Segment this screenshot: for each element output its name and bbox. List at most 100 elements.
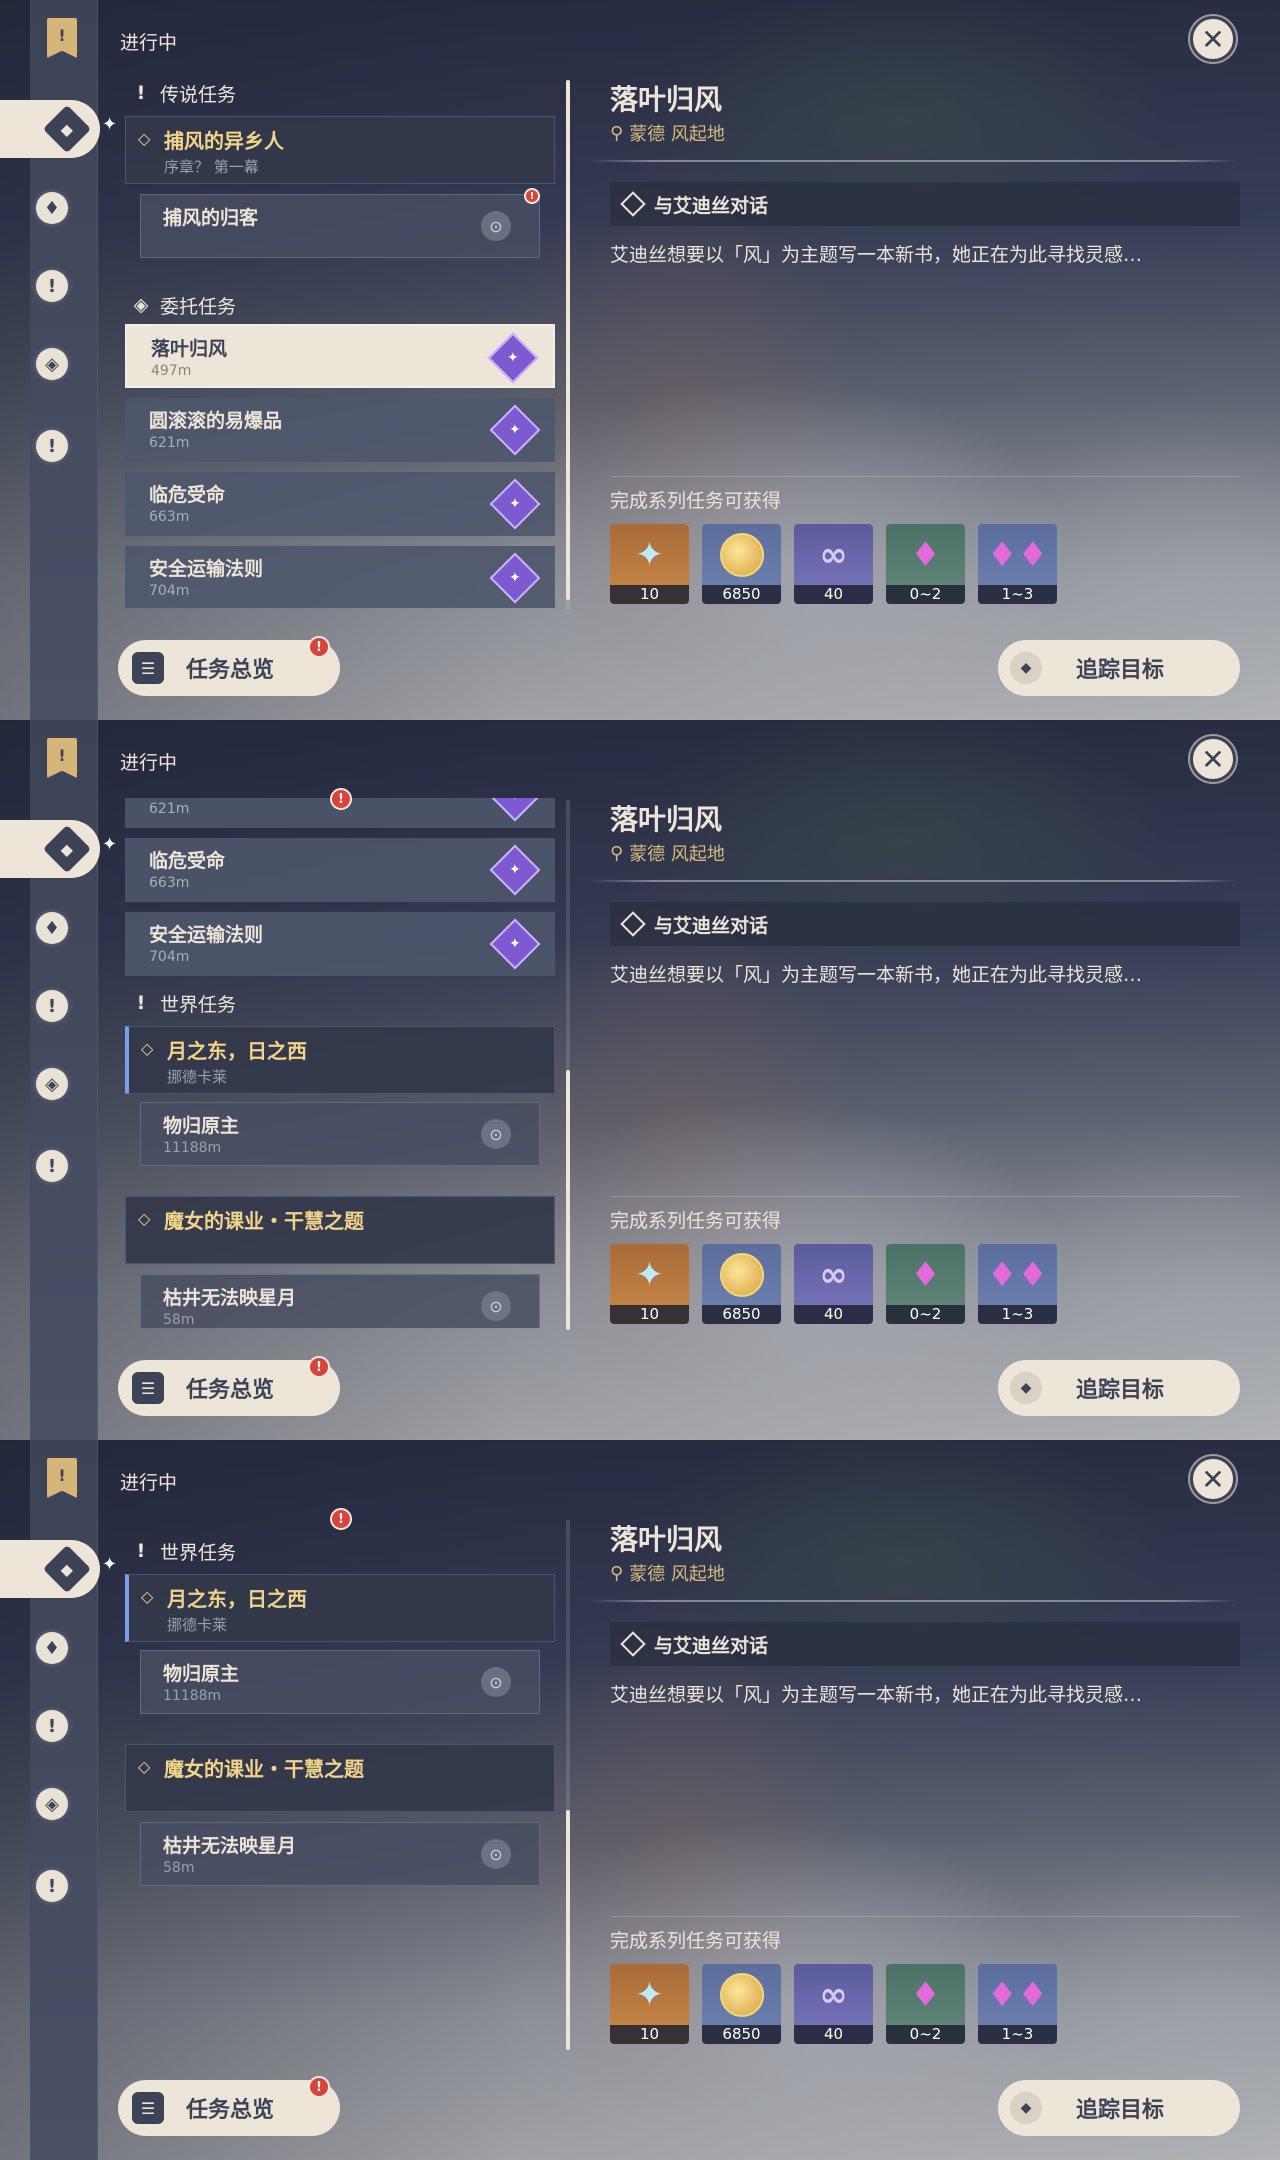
category-world: ! 世界任务 (132, 1536, 236, 1566)
nav-tab-archon[interactable]: ♦ (34, 1630, 70, 1666)
close-button[interactable]: ✕ (1190, 1456, 1236, 1502)
divider (610, 1196, 1240, 1197)
commission-quest-icon: ◈ (36, 1788, 68, 1820)
scrollbar-thumb[interactable] (566, 1810, 570, 2050)
reward-item[interactable]: 6850 (702, 524, 781, 604)
quest-overview-button[interactable]: ☰ 任务总览 ! (118, 1356, 340, 1416)
scrollbar-thumb[interactable] (566, 1070, 570, 1330)
nav-tab-all-quests[interactable]: ◆ (0, 1540, 100, 1598)
reward-item[interactable]: ∞ 40 (794, 524, 873, 604)
track-diamond-icon: ◆ (1010, 652, 1042, 684)
crystal-chunk-icon: ♦ (910, 1255, 941, 1295)
reward-item[interactable]: 6850 (702, 1964, 781, 2044)
map-pin-icon: ⚲ (610, 842, 624, 864)
commission-item[interactable]: 安全运输法则 704m ✦ (125, 546, 555, 608)
location-pin-icon[interactable]: ⊙ (481, 1839, 511, 1869)
quest-world-main[interactable]: ◇ 月之东，日之西 挪德卡莱 (125, 1026, 555, 1094)
detail-title: 落叶归风 (610, 803, 723, 836)
quest-world-main[interactable]: ◇ 魔女的课业・干慧之题 (125, 1744, 555, 1812)
reward-item[interactable]: ♦ 0~2 (886, 1244, 965, 1324)
nav-tab-all-quests[interactable]: ◆ (0, 100, 100, 158)
in-progress-label: 进行中 (120, 752, 178, 774)
reward-item[interactable]: 6850 (702, 1244, 781, 1324)
detail-location: ⚲ 蒙德 风起地 (610, 122, 725, 146)
reward-item[interactable]: ♦♦ 1~3 (978, 524, 1057, 604)
location-pin-icon[interactable]: ⊙ (481, 1119, 511, 1149)
track-target-button[interactable]: ◆ 追踪目标 (998, 1360, 1240, 1416)
reward-item[interactable]: ✦ 10 (610, 1964, 689, 2044)
reward-list: ✦ 10 6850 ∞ 40 ♦ 0~2 ♦♦ 1~3 (610, 1244, 1057, 1324)
commission-item[interactable]: 安全运输法则 704m ✦ (125, 912, 555, 976)
in-progress-label: 进行中 (120, 1472, 178, 1494)
divider (588, 160, 1238, 162)
commission-item[interactable]: 临危受命 663m ✦ (125, 838, 555, 902)
nav-tab-world[interactable]: ! (34, 1148, 70, 1184)
close-button[interactable]: ✕ (1190, 736, 1236, 782)
reward-item[interactable]: ✦ 10 (610, 524, 689, 604)
crystal-cluster-icon: ♦♦ (987, 1975, 1048, 2015)
nav-tab-story[interactable]: ! (34, 988, 70, 1024)
commission-item[interactable]: 圆滚滚的易爆品 621m ✦ (125, 398, 555, 462)
reward-item[interactable]: ♦♦ 1~3 (978, 1244, 1057, 1324)
commission-item[interactable]: 临危受命 663m ✦ (125, 472, 555, 536)
divider (610, 476, 1240, 477)
quest-legend-sub[interactable]: 捕风的归客 ⊙ (140, 194, 540, 258)
scrollbar[interactable] (566, 80, 570, 610)
commission-item-selected[interactable]: 落叶归风 497m ✦ (125, 324, 555, 388)
world-quest-icon: ! (36, 430, 68, 462)
reward-item[interactable]: ∞ 40 (794, 1244, 873, 1324)
reward-item[interactable]: ∞ 40 (794, 1964, 873, 2044)
world-icon: ! (136, 992, 146, 1014)
quest-list[interactable]: ! 世界任务 ◇ 月之东，日之西 挪德卡莱 物归原主 11188m ⊙ ◇ 魔女的… (110, 1518, 570, 2048)
quest-world-sub[interactable]: 物归原主 11188m ⊙ (140, 1650, 540, 1714)
overview-alert-icon: ! (308, 636, 330, 658)
scrollbar-thumb[interactable] (566, 80, 570, 600)
quest-world-main[interactable]: ◇ 月之东，日之西 挪德卡莱 (125, 1574, 555, 1642)
nav-tab-all-quests[interactable]: ◆ (0, 820, 100, 878)
location-pin-icon[interactable]: ⊙ (481, 1667, 511, 1697)
nav-tab-world[interactable]: ! (34, 428, 70, 464)
nav-tab-archon[interactable]: ♦ (34, 910, 70, 946)
nav-tab-story[interactable]: ! (34, 1708, 70, 1744)
quest-overview-button[interactable]: ☰ 任务总览 ! (118, 636, 340, 696)
close-button[interactable]: ✕ (1190, 16, 1236, 62)
quest-overview-button[interactable]: ☰ 任务总览 ! (118, 2076, 340, 2136)
track-target-button[interactable]: ◆ 追踪目标 (998, 640, 1240, 696)
nav-tab-story[interactable]: ! (34, 268, 70, 304)
reward-item[interactable]: ♦♦ 1~3 (978, 1964, 1057, 2044)
reward-list: ✦ 10 6850 ∞ 40 ♦ 0~2 ♦♦ 1~3 (610, 1964, 1057, 2044)
quest-list[interactable]: ! 传说任务 ◇ 捕风的异乡人 序章？ 第一幕 捕风的归客 ⊙ ! ◈ 委托任务 落… (110, 78, 570, 608)
scrollbar[interactable] (566, 800, 570, 1330)
commission-quest-icon: ◈ (36, 1068, 68, 1100)
quest-legend-main[interactable]: ◇ 捕风的异乡人 序章？ 第一幕 (125, 116, 555, 184)
reward-item[interactable]: ♦ 0~2 (886, 524, 965, 604)
category-commission: ◈ 委托任务 (133, 294, 237, 318)
nav-tab-archon[interactable]: ♦ (34, 190, 70, 226)
screenshot-1: ! ◆ ✦ ♦ ! ◈ ! 进行中 ✕ ! 传说任务 ◇ 捕风的异乡人 序章？ 第… (0, 0, 1280, 720)
scroll-alert-icon: ! (330, 1508, 352, 1530)
nav-tab-commission[interactable]: ◈ (34, 1786, 70, 1822)
divider (610, 1916, 1240, 1917)
quest-diamond-icon: ◇ (138, 1757, 151, 1776)
nav-tab-commission[interactable]: ◈ (34, 346, 70, 382)
scrollbar[interactable] (566, 1520, 570, 2050)
all-quests-icon: ◆ (42, 824, 92, 874)
quest-world-sub[interactable]: 物归原主 11188m ⊙ (140, 1102, 540, 1166)
crystal-cluster-icon: ♦♦ (987, 1255, 1048, 1295)
quest-world-sub[interactable]: 枯井无法映星月 58m ⊙ (140, 1274, 540, 1328)
world-icon: ! (136, 1540, 146, 1562)
quest-list[interactable]: 圆滚滚的易爆品 621m ✦ 临危受命 663m ✦ 安全运输法则 704m ✦… (110, 798, 570, 1328)
reward-item[interactable]: ✦ 10 (610, 1244, 689, 1324)
nav-tab-commission[interactable]: ◈ (34, 1066, 70, 1102)
detail-title: 落叶归风 (610, 83, 723, 116)
overview-list-icon: ☰ (132, 2092, 164, 2124)
quest-world-main[interactable]: ◇ 魔女的课业・干慧之题 (125, 1196, 555, 1264)
nav-tab-world[interactable]: ! (34, 1868, 70, 1904)
quest-world-sub[interactable]: 枯井无法映星月 58m ⊙ (140, 1822, 540, 1886)
category-world: ! 世界任务 (132, 988, 236, 1018)
location-pin-icon[interactable]: ⊙ (481, 211, 511, 241)
overview-alert-icon: ! (308, 2076, 330, 2098)
track-target-button[interactable]: ◆ 追踪目标 (998, 2080, 1240, 2136)
location-pin-icon[interactable]: ⊙ (481, 1291, 511, 1321)
reward-item[interactable]: ♦ 0~2 (886, 1964, 965, 2044)
